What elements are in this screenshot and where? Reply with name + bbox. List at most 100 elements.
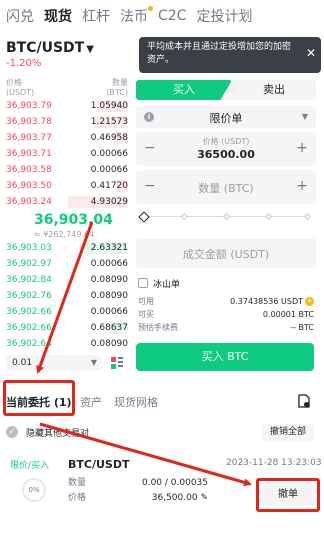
ask-qty: 1.05940 — [90, 101, 128, 111]
buy-tab[interactable]: 买入 — [136, 80, 232, 100]
order-history-icon[interactable] — [298, 394, 310, 408]
order-type-select[interactable]: i 限价单 ▼ — [136, 106, 316, 128]
bid-row[interactable]: 36,902.97 0.00066 — [6, 256, 128, 272]
fill-progress: 0% — [28, 486, 40, 494]
order-price-value-wrap: 36,500.00 ✎ — [152, 492, 208, 504]
ask-row[interactable]: 36,903.58 0.00066 — [6, 162, 128, 178]
bid-row[interactable]: 36,902.76 0.08090 — [6, 288, 128, 304]
can-buy-label: 可买 — [138, 310, 154, 319]
ask-qty: 0.00066 — [90, 165, 128, 175]
slider-tick[interactable] — [303, 212, 312, 221]
price-field-value: 36500.00 — [197, 148, 255, 161]
hide-other-pairs-row: ✓ 隐藏其他交易对 撤销全部 — [6, 424, 318, 442]
close-icon[interactable]: ✕ — [306, 47, 316, 60]
tab-spot[interactable]: 现货 — [44, 6, 72, 26]
available-value-wrap: 0.37438536 USDT + — [230, 296, 314, 307]
ask-price: 36,903.71 — [6, 149, 52, 159]
caret-down-icon: ▼ — [301, 112, 308, 121]
percent-slider[interactable] — [138, 211, 312, 223]
cancel-all-button[interactable]: 撤销全部 — [261, 424, 314, 441]
tab-assets[interactable]: 资产 — [80, 394, 102, 410]
tab-margin[interactable]: 杠杆 — [82, 6, 110, 26]
bid-qty: 0.08090 — [90, 275, 128, 285]
ask-price: 36,903.78 — [6, 117, 52, 127]
ask-qty: 0.41720 — [90, 181, 128, 191]
orderbook-header: 价格 (USDT) 数量 (BTC) — [6, 78, 128, 98]
slider-tick[interactable] — [264, 212, 273, 221]
bid-price: 36,902.76 — [6, 291, 52, 301]
precision-select[interactable]: 0.01 ▼ — [6, 355, 102, 371]
plus-icon[interactable]: + — [296, 178, 308, 194]
annotation-box-cancel — [256, 478, 320, 512]
order-price-label: 价格 — [68, 493, 87, 503]
orderbook-layout-icon[interactable] — [110, 356, 124, 370]
sell-tab[interactable]: 卖出 — [232, 80, 316, 100]
amount-field[interactable]: − 数量 (BTC) + — [136, 170, 316, 204]
order-price-value: 36,500.00 — [151, 493, 198, 503]
ask-price: 36,903.58 — [6, 165, 52, 175]
ask-row[interactable]: 36,903.71 0.00066 — [6, 146, 128, 162]
tab-convert[interactable]: 闪兑 — [6, 6, 34, 26]
recurring-tooltip: 平均成本并且通过定投增加您的加密资产。 ✕ — [139, 37, 321, 73]
ask-qty: 1.21573 — [90, 117, 128, 127]
order-qty-row: 数量 0.00 / 0.00035 — [68, 477, 208, 489]
last-price: 36,903.04 — [34, 212, 113, 228]
notification-dot — [148, 6, 153, 11]
fee-label: 预估手续费 — [138, 323, 178, 332]
add-funds-icon[interactable]: + — [305, 297, 314, 306]
tooltip-text: 平均成本并且通过定投增加您的加密资产。 — [147, 42, 292, 65]
bid-row[interactable]: 36,902.84 0.08090 — [6, 272, 128, 288]
bid-price: 36,902.66 — [6, 307, 52, 317]
ask-qty: 4.93029 — [90, 197, 128, 207]
edit-icon[interactable]: ✎ — [200, 493, 208, 503]
tab-fiat-label: 法币 — [120, 9, 148, 25]
ask-price: 36,903.77 — [6, 133, 52, 143]
ask-row[interactable]: 36,903.79 1.05940 — [6, 98, 128, 114]
bid-qty: 0.00066 — [90, 307, 128, 317]
available-row: 可用 0.37438536 USDT + — [138, 296, 314, 307]
iceberg-checkbox[interactable] — [138, 278, 148, 288]
tab-fiat[interactable]: 法币 — [120, 6, 153, 26]
order-qty-label: 数量 — [68, 478, 87, 488]
can-buy-value: 0.00001 BTC — [262, 310, 314, 319]
pair-change: -1.20% — [6, 58, 42, 69]
bid-price: 36,903.03 — [6, 243, 52, 253]
order-type-value: 限价单 — [209, 112, 243, 125]
buy-btc-button[interactable]: 买入 BTC — [136, 343, 314, 371]
ask-row[interactable]: 36,903.78 1.21573 — [6, 114, 128, 130]
check-icon[interactable]: ✓ — [6, 426, 18, 438]
bid-row[interactable]: 36,902.66 0.00066 — [6, 304, 128, 320]
plus-icon[interactable]: + — [296, 140, 308, 156]
tab-c2c[interactable]: C2C — [158, 8, 186, 24]
price-field-label: 价格 (USDT) — [202, 137, 250, 146]
bid-row[interactable]: 36,902.66 0.68637 — [6, 320, 128, 336]
bid-row[interactable]: 36,903.03 2.63321 — [6, 240, 128, 256]
ask-price: 36,903.24 — [6, 197, 52, 207]
order-price-row: 价格 36,500.00 ✎ — [68, 492, 208, 504]
bid-qty: 0.08090 — [90, 291, 128, 301]
hide-other-pairs-label: 隐藏其他交易对 — [26, 429, 90, 439]
slider-tick[interactable] — [222, 212, 231, 221]
iceberg-label: 冰山单 — [153, 280, 181, 290]
tab-spot-grid[interactable]: 现货网格 — [114, 394, 158, 410]
annotation-box-open-orders — [3, 380, 75, 416]
bid-price: 36,902.97 — [6, 259, 52, 269]
bid-qty: 0.00066 — [90, 259, 128, 269]
pair-name: BTC/USDT — [6, 40, 85, 56]
bid-price: 36,902.64 — [6, 339, 52, 349]
available-label: 可用 — [138, 297, 154, 306]
top-tabs: 闪兑 现货 杠杆 法币 C2C 定投计划 — [0, 0, 324, 32]
order-side-type: 限价/买入 — [10, 461, 50, 471]
slider-knob[interactable] — [138, 211, 150, 223]
qty-header-group: 数量 (BTC) — [106, 78, 128, 98]
ask-price: 36,903.50 — [6, 181, 52, 191]
total-field[interactable]: 成交金额 (USDT) — [136, 238, 316, 268]
bid-row[interactable]: 36,902.64 0.08090 — [6, 336, 128, 352]
tab-recurring-plan[interactable]: 定投计划 — [196, 6, 252, 26]
slider-tick[interactable] — [180, 212, 189, 221]
ask-row[interactable]: 36,903.24 4.93029 — [6, 194, 128, 210]
price-field[interactable]: − 价格 (USDT) 36500.00 + — [136, 132, 316, 166]
pair-selector[interactable]: BTC/USDT ▼ — [6, 40, 94, 56]
ask-row[interactable]: 36,903.50 0.41720 — [6, 178, 128, 194]
ask-row[interactable]: 36,903.77 0.46958 — [6, 130, 128, 146]
